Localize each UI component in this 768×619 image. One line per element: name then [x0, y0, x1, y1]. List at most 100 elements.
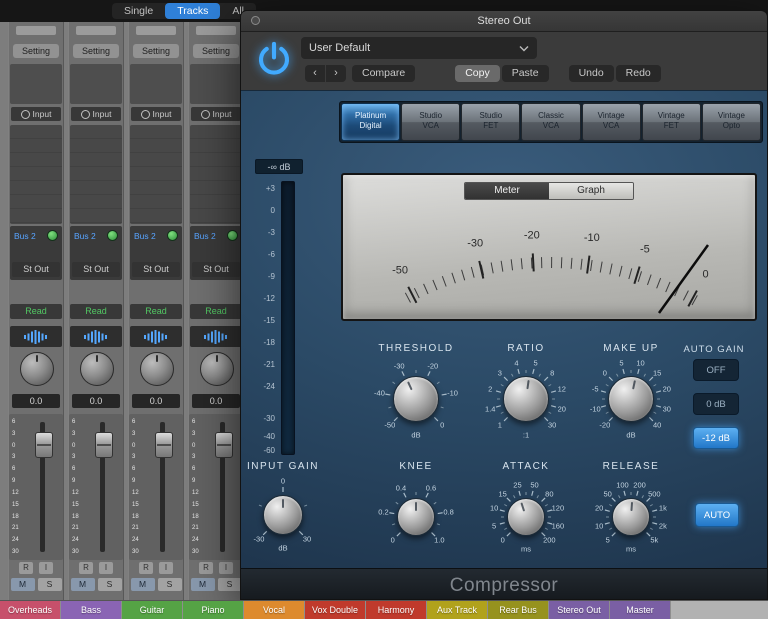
release-knob[interactable]: 5 10 20 50 100 200 500 1k 2k 5k ms	[582, 468, 680, 566]
circuit-tab-vintage-fet[interactable]: Vintage FET	[641, 103, 701, 141]
audio-fx-slots[interactable]	[130, 125, 182, 224]
paste-button[interactable]: Paste	[501, 65, 549, 82]
fader-handle[interactable]	[215, 432, 233, 458]
knob-face[interactable]	[507, 498, 545, 536]
track-label[interactable]: Rear Bus	[488, 601, 548, 619]
display-tab-graph[interactable]: Graph	[549, 183, 633, 199]
record-enable-button[interactable]: R	[19, 562, 33, 574]
circuit-tab-studio-vca[interactable]: Studio VCA	[401, 103, 461, 141]
channel-setting-button[interactable]: Setting	[133, 44, 179, 58]
mute-button[interactable]: M	[130, 578, 155, 591]
input-monitor-button[interactable]: I	[159, 562, 173, 574]
volume-readout[interactable]: 0.0	[192, 394, 240, 408]
eq-thumbnail-slot[interactable]	[10, 64, 62, 104]
mute-button[interactable]: M	[10, 578, 35, 591]
knob-face[interactable]	[612, 498, 650, 536]
preset-back-button[interactable]: ‹	[305, 65, 325, 82]
auto-release-button[interactable]: AUTO	[695, 503, 739, 527]
group-slot[interactable]	[70, 326, 122, 347]
record-enable-button[interactable]: R	[79, 562, 93, 574]
group-slot[interactable]	[10, 326, 62, 347]
pan-knob[interactable]	[200, 352, 234, 386]
copy-button[interactable]: Copy	[455, 65, 500, 82]
power-button-icon[interactable]	[255, 40, 293, 78]
input-slot[interactable]: Input	[131, 107, 181, 121]
track-label[interactable]: Stereo Out	[549, 601, 609, 619]
audio-fx-slots[interactable]	[10, 125, 62, 224]
pan-knob[interactable]	[80, 352, 114, 386]
ratio-knob[interactable]: 1 1.4 2 3 4 5 8 12 20 30:1	[473, 346, 579, 452]
knob-face[interactable]	[397, 498, 435, 536]
audio-fx-slots[interactable]	[190, 125, 242, 224]
channel-setting-button[interactable]: Setting	[73, 44, 119, 58]
input-gain-knob[interactable]: -30 0 30 dB	[241, 465, 333, 565]
undo-button[interactable]: Undo	[568, 65, 614, 82]
track-label[interactable]: Aux Track	[427, 601, 487, 619]
fader-handle[interactable]	[95, 432, 113, 458]
send-level-knob[interactable]	[107, 230, 118, 241]
auto-gain-option-0-db[interactable]: 0 dB	[693, 393, 739, 415]
send-level-knob[interactable]	[167, 230, 178, 241]
auto-gain-option--12-db[interactable]: -12 dB	[693, 427, 739, 449]
threshold-knob[interactable]: -50 -40 -30 -20 -10 0 dB	[363, 346, 469, 452]
record-enable-button[interactable]: R	[199, 562, 213, 574]
send-slot[interactable]: Bus 2	[190, 228, 242, 243]
automation-mode-button[interactable]: Read	[70, 304, 122, 319]
knob-face[interactable]	[263, 495, 303, 535]
solo-button[interactable]: S	[97, 578, 122, 591]
plugin-titlebar[interactable]: Stereo Out	[241, 11, 767, 32]
output-slot[interactable]: St Out	[132, 262, 180, 277]
eq-thumbnail-slot[interactable]	[190, 64, 242, 104]
fader-handle[interactable]	[155, 432, 173, 458]
knob-face[interactable]	[393, 376, 439, 422]
track-label[interactable]: Guitar	[122, 601, 182, 619]
auto-gain-option-off[interactable]: OFF	[693, 359, 739, 381]
track-label[interactable]: Harmony	[366, 601, 426, 619]
attack-knob[interactable]: 0 5 10 15 25 50 80 120 160 200 ms	[477, 468, 575, 566]
output-slot[interactable]: St Out	[72, 262, 120, 277]
group-slot[interactable]	[130, 326, 182, 347]
eq-thumbnail-slot[interactable]	[70, 64, 122, 104]
audio-fx-slots[interactable]	[70, 125, 122, 224]
volume-readout[interactable]: 0.0	[72, 394, 120, 408]
send-level-knob[interactable]	[47, 230, 58, 241]
knob-face[interactable]	[503, 376, 549, 422]
record-enable-button[interactable]: R	[139, 562, 153, 574]
circuit-tab-classic-vca[interactable]: Classic VCA	[521, 103, 581, 141]
makeup-knob[interactable]: -20 -10 -5 0 5 10 15 20 30 40 dB	[578, 346, 684, 452]
circuit-tab-studio-fet[interactable]: Studio FET	[461, 103, 521, 141]
fader-handle[interactable]	[35, 432, 53, 458]
preset-dropdown[interactable]: User Default	[301, 37, 537, 59]
input-slot[interactable]: Input	[191, 107, 241, 121]
track-label[interactable]: Overheads	[0, 601, 60, 619]
mute-button[interactable]: M	[70, 578, 95, 591]
track-label[interactable]: Vox Double	[305, 601, 365, 619]
automation-mode-button[interactable]: Read	[190, 304, 242, 319]
output-slot[interactable]: St Out	[12, 262, 60, 277]
track-label[interactable]: Master	[610, 601, 670, 619]
track-label[interactable]: Piano	[183, 601, 243, 619]
solo-button[interactable]: S	[157, 578, 182, 591]
mute-button[interactable]: M	[190, 578, 215, 591]
track-label[interactable]: Bass	[61, 601, 121, 619]
pan-knob[interactable]	[20, 352, 54, 386]
send-slot[interactable]: Bus 2	[70, 228, 122, 243]
solo-button[interactable]: S	[217, 578, 242, 591]
channel-setting-button[interactable]: Setting	[13, 44, 59, 58]
automation-mode-button[interactable]: Read	[10, 304, 62, 319]
input-slot[interactable]: Input	[11, 107, 61, 121]
input-slot[interactable]: Input	[71, 107, 121, 121]
track-label[interactable]: Vocal	[244, 601, 304, 619]
view-tab-tracks[interactable]: Tracks	[165, 3, 221, 19]
send-slot[interactable]: Bus 2	[130, 228, 182, 243]
circuit-tab-vintage-opto[interactable]: Vintage Opto	[701, 103, 761, 141]
circuit-tab-platinum-digital[interactable]: Platinum Digital	[341, 103, 401, 141]
pan-knob[interactable]	[140, 352, 174, 386]
knob-face[interactable]	[608, 376, 654, 422]
send-slot[interactable]: Bus 2	[10, 228, 62, 243]
automation-mode-button[interactable]: Read	[130, 304, 182, 319]
compare-button[interactable]: Compare	[352, 65, 416, 82]
view-tab-single[interactable]: Single	[112, 3, 165, 19]
send-level-knob[interactable]	[227, 230, 238, 241]
volume-readout[interactable]: 0.0	[132, 394, 180, 408]
